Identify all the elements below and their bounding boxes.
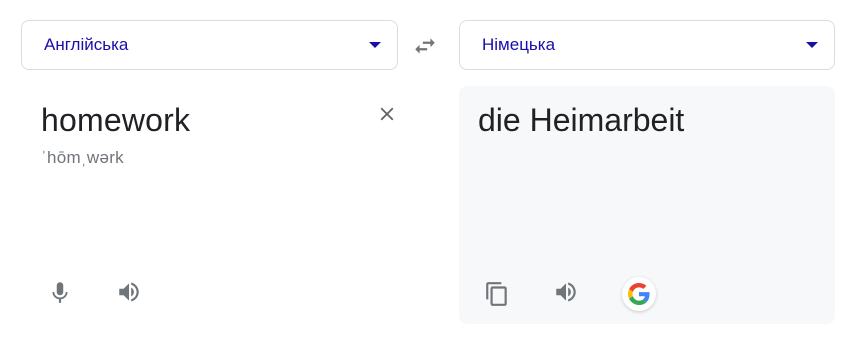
translation-text: die Heimarbeit xyxy=(478,102,685,138)
google-logo-icon xyxy=(628,283,650,305)
source-language-label: Англійська xyxy=(44,35,129,54)
translation-listen-button[interactable] xyxy=(552,278,580,306)
source-language-select[interactable]: Англійська xyxy=(21,20,398,70)
translate-widget: Англійська Німецька homework ˈhōmˌwərk d… xyxy=(0,0,865,344)
phonetic-transcription: ˈhōmˌwərk xyxy=(41,148,124,167)
source-panel: homework ˈhōmˌwərk xyxy=(21,86,398,324)
swap-languages-button[interactable] xyxy=(412,33,438,59)
google-translate-button[interactable] xyxy=(622,277,656,311)
copy-icon xyxy=(486,282,507,306)
chevron-down-icon xyxy=(369,42,381,48)
microphone-button[interactable] xyxy=(46,278,74,306)
target-language-label: Німецька xyxy=(482,35,556,54)
microphone-icon xyxy=(52,282,68,303)
copy-button[interactable] xyxy=(483,280,511,308)
swap-icon xyxy=(415,38,435,54)
close-icon xyxy=(380,107,394,121)
speaker-icon xyxy=(556,282,576,302)
source-listen-button[interactable] xyxy=(115,278,143,306)
target-language-select[interactable]: Німецька xyxy=(459,20,835,70)
source-text[interactable]: homework xyxy=(41,102,190,139)
translation-panel: die Heimarbeit xyxy=(459,86,835,324)
chevron-down-icon xyxy=(806,42,818,48)
clear-button[interactable] xyxy=(376,103,398,125)
speaker-icon xyxy=(119,282,139,302)
